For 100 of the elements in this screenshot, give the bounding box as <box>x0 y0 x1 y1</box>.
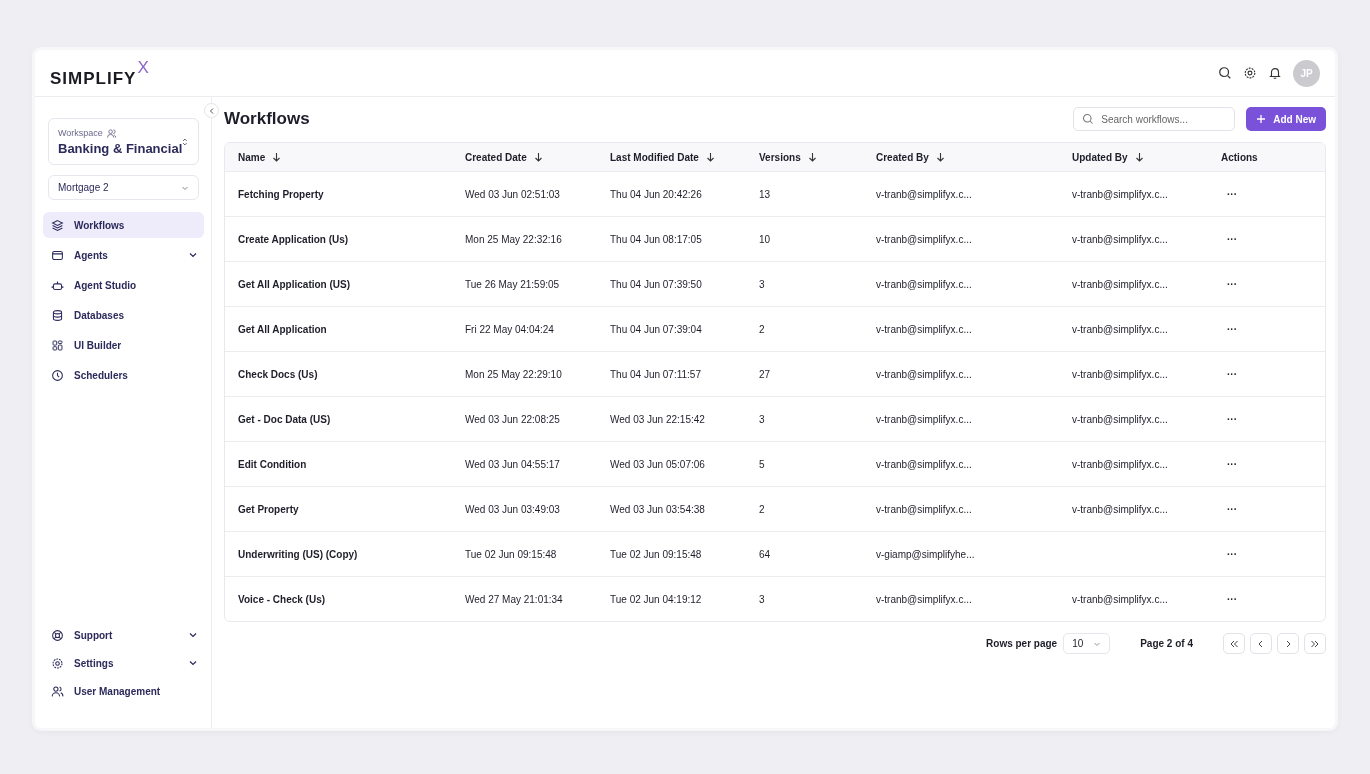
window-icon <box>51 248 64 262</box>
table-cell: 3 <box>759 278 765 290</box>
table-cell: Tue 02 Jun 09:15:48 <box>465 548 557 560</box>
table-cell: v-tranb@simplifyx.c... <box>876 593 972 605</box>
sort-arrow-icon[interactable] <box>935 152 945 162</box>
table-cell: v-tranb@simplifyx.c... <box>876 278 972 290</box>
table-cell: v-tranb@simplifyx.c... <box>1072 413 1168 425</box>
project-dropdown[interactable]: Mortgage 2 <box>48 175 199 200</box>
table-cell: Thu 04 Jun 08:17:05 <box>610 233 702 245</box>
more-actions-button[interactable]: ··· <box>1224 368 1240 380</box>
last-page-button[interactable] <box>1304 633 1326 654</box>
sort-arrow-icon[interactable] <box>807 152 817 162</box>
column-header[interactable]: Updated By <box>1072 151 1128 163</box>
page-info: Page 2 of 4 <box>1140 638 1193 649</box>
bell-icon[interactable] <box>1268 66 1282 80</box>
table-cell: Wed 03 Jun 22:08:25 <box>465 413 560 425</box>
table-cell: v-tranb@simplifyx.c... <box>1072 458 1168 470</box>
rows-per-page-select[interactable]: 10 <box>1063 633 1111 654</box>
table-cell: Create Application (Us) <box>238 233 349 245</box>
table-cell: Get All Application (US) <box>238 278 351 290</box>
table-cell: v-tranb@simplifyx.c... <box>876 413 972 425</box>
nav-item[interactable]: UI Builder <box>43 332 204 358</box>
table-cell: Tue 02 Jun 04:19:12 <box>610 593 702 605</box>
table-cell: v-tranb@simplifyx.c... <box>1072 503 1168 515</box>
table-cell: Wed 03 Jun 05:07:06 <box>610 458 705 470</box>
table-cell: Get All Application <box>238 323 327 335</box>
table-cell: Mon 25 May 22:32:16 <box>465 233 562 245</box>
clock-icon <box>51 368 64 382</box>
double-chevron-left-icon <box>1229 638 1239 649</box>
table-cell: 2 <box>759 323 765 335</box>
table-cell: 10 <box>759 233 771 245</box>
settings-icon[interactable] <box>1243 66 1257 80</box>
table-cell: Thu 04 Jun 07:39:04 <box>610 323 702 335</box>
sort-arrow-icon[interactable] <box>705 152 715 162</box>
column-header[interactable]: Name <box>238 151 266 163</box>
table-cell: v-tranb@simplifyx.c... <box>1072 368 1168 380</box>
table-cell: Tue 02 Jun 09:15:48 <box>610 548 702 560</box>
column-header[interactable]: Created Date <box>465 151 527 163</box>
table-cell: v-tranb@simplifyx.c... <box>1072 278 1168 290</box>
table-cell: Wed 03 Jun 22:15:42 <box>610 413 705 425</box>
nav-item[interactable]: Settings <box>43 650 204 676</box>
nav-item[interactable]: Databases <box>43 302 204 328</box>
workspace-name: Banking & Financial <box>58 141 183 156</box>
workspace-selector[interactable]: Workspace Banking & Financial <box>48 118 199 165</box>
table-cell: v-tranb@simplifyx.c... <box>876 188 972 200</box>
table-cell: 3 <box>759 593 765 605</box>
table-cell: v-giamp@simplifyhe... <box>876 548 975 560</box>
table-cell: Get - Doc Data (US) <box>238 413 331 425</box>
more-actions-button[interactable]: ··· <box>1224 458 1240 470</box>
table-cell: Mon 25 May 22:29:10 <box>465 368 562 380</box>
table-cell: v-tranb@simplifyx.c... <box>876 323 972 335</box>
table-cell: Check Docs (Us) <box>238 368 318 380</box>
table-cell: Wed 03 Jun 03:54:38 <box>610 503 705 515</box>
grid-icon <box>51 338 64 352</box>
page-title: Workflows <box>224 109 310 129</box>
more-actions-button[interactable]: ··· <box>1224 548 1240 560</box>
more-actions-button[interactable]: ··· <box>1224 503 1240 515</box>
more-actions-button[interactable]: ··· <box>1224 593 1240 605</box>
plus-icon <box>1256 114 1267 124</box>
table-cell: Wed 03 Jun 04:55:17 <box>465 458 560 470</box>
table-cell: Thu 04 Jun 07:11:57 <box>610 368 701 380</box>
table-cell: v-tranb@simplifyx.c... <box>1072 593 1168 605</box>
gear-icon <box>51 656 64 670</box>
search-field[interactable]: Search workflows... <box>1073 107 1236 131</box>
table-cell: 5 <box>759 458 765 470</box>
nav-item[interactable]: Support <box>43 622 204 648</box>
table-cell: v-tranb@simplifyx.c... <box>1072 188 1168 200</box>
column-header[interactable]: Versions <box>759 151 801 163</box>
nav-item[interactable]: Agents <box>43 242 204 268</box>
table-cell: v-tranb@simplifyx.c... <box>876 368 972 380</box>
add-new-button[interactable]: Add New <box>1246 107 1326 131</box>
table-cell: Fetching Property <box>238 188 324 200</box>
sort-arrow-icon[interactable] <box>533 152 543 162</box>
nav-item[interactable]: User Management <box>43 678 204 704</box>
sort-arrow-icon[interactable] <box>1134 152 1144 162</box>
nav-item[interactable]: Schedulers <box>43 362 204 388</box>
more-actions-button[interactable]: ··· <box>1224 188 1240 200</box>
more-actions-button[interactable]: ··· <box>1224 323 1240 335</box>
table-cell: 3 <box>759 413 765 425</box>
table-cell: Voice - Check (Us) <box>238 593 326 605</box>
database-icon <box>51 308 64 322</box>
table-cell: Get Property <box>238 503 299 515</box>
column-header[interactable]: Last Modified Date <box>610 151 699 163</box>
sort-arrow-icon[interactable] <box>272 152 282 162</box>
first-page-button[interactable] <box>1223 633 1245 654</box>
table-cell: v-tranb@simplifyx.c... <box>876 233 972 245</box>
more-actions-button[interactable]: ··· <box>1224 233 1240 245</box>
more-actions-button[interactable]: ··· <box>1224 413 1240 425</box>
nav-item[interactable]: Agent Studio <box>43 272 204 298</box>
workspace-label: Workspace <box>58 128 103 138</box>
lifebuoy-icon <box>51 628 64 642</box>
more-actions-button[interactable]: ··· <box>1224 278 1240 290</box>
column-header[interactable]: Actions <box>1221 151 1258 163</box>
table-cell: Wed 27 May 21:01:34 <box>465 593 563 605</box>
search-icon[interactable] <box>1218 66 1232 80</box>
table-cell: Underwriting (US) (Copy) <box>238 548 358 560</box>
column-header[interactable]: Created By <box>876 151 929 163</box>
nav-item[interactable]: Workflows <box>43 212 204 238</box>
table-cell: Fri 22 May 04:04:24 <box>465 323 554 335</box>
table-cell: v-tranb@simplifyx.c... <box>876 503 972 515</box>
